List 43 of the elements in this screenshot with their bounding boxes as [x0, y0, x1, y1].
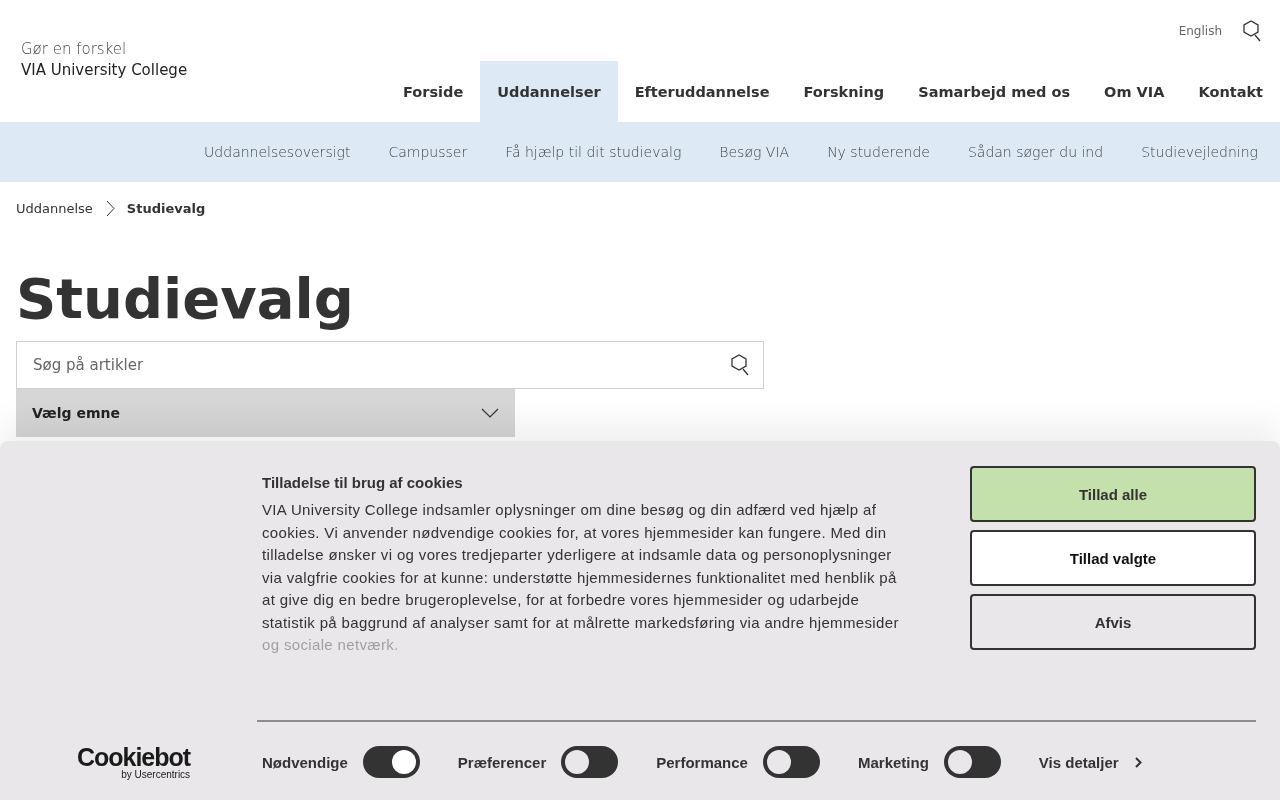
- search-icon[interactable]: [1242, 19, 1262, 42]
- nav-tab[interactable]: Forskning: [786, 61, 902, 122]
- page-title: Studievalg: [15, 265, 355, 333]
- toggle-label: Nødvendige: [262, 753, 348, 771]
- chevron-icon: [104, 200, 115, 217]
- sub-nav-link[interactable]: Uddannelsesoversigt: [204, 144, 351, 160]
- toggle-switch[interactable]: [943, 746, 1001, 778]
- banner-title: Tilladelse til brug af cookies: [262, 474, 464, 491]
- toggle-label: Marketing: [857, 753, 929, 771]
- sub-nav-link[interactable]: Sådan søger du ind: [967, 144, 1104, 160]
- toggle-switch[interactable]: [362, 746, 420, 778]
- banner-text: VIA University College indsamler oplysninger om dine besøg og din adfærd ved hjælp af cookies. Vi anvender nødvendige cookies for, at vores hjemmesider kan fungere. Med din tilladelse ønsker vi og vores tredjeparter yderligere at indsamle data og personoplysninger via valgfrie cookies for at kunne: understøtte hjemmesidernes funktionalitet med henblik på at give dig en bedre brugeroplevelse, for at forbedre vores hjemmesider og udarbejde statistik på baggrund af analyser samt for at målrette markedsføring via andre hjemmesider og sociale netværk.: [262, 500, 900, 655]
- site-name[interactable]: VIA University College: [21, 60, 188, 81]
- chevron-down-icon: [481, 408, 499, 418]
- consent-button[interactable]: Tillad valgte: [970, 530, 1256, 586]
- toggle-label: Performance: [656, 753, 748, 771]
- search-field[interactable]: Søg på artikler: [16, 341, 764, 389]
- search-icon[interactable]: [730, 354, 750, 376]
- toggle-label: Præferencer: [457, 753, 547, 771]
- tagline: Gør en forskel: [21, 39, 128, 60]
- breadcrumb-link[interactable]: Studievalg: [126, 201, 206, 216]
- sub-nav-link[interactable]: Ny studerende: [827, 144, 930, 160]
- nav-tab[interactable]: Forside: [386, 61, 481, 122]
- language-link[interactable]: English: [1178, 23, 1222, 38]
- toggle-switch[interactable]: [561, 746, 619, 778]
- nav-tab[interactable]: Uddannelser: [480, 61, 618, 122]
- chevron-icon: [1134, 756, 1142, 768]
- sub-nav-link[interactable]: Få hjælp til dit studievalg: [505, 144, 682, 160]
- details-link[interactable]: Vis detaljer: [1038, 753, 1142, 771]
- nav-tab[interactable]: Samarbejd med os: [901, 61, 1088, 122]
- nav-tab[interactable]: Om VIA: [1087, 61, 1182, 122]
- toggle-switch[interactable]: [762, 746, 820, 778]
- consent-button[interactable]: Afvis: [970, 594, 1256, 650]
- sub-nav-link[interactable]: Studievejledning: [1141, 144, 1258, 160]
- breadcrumb-link[interactable]: Uddannelse: [16, 201, 93, 216]
- logo-subtitle: by Usercentrics: [121, 770, 191, 780]
- nav-tab[interactable]: Efteruddannelse: [617, 61, 787, 122]
- topic-dropdown[interactable]: Vælg emne: [16, 389, 515, 437]
- sub-nav-link[interactable]: Campusser: [388, 144, 468, 160]
- nav-tab[interactable]: Kontakt: [1181, 61, 1280, 122]
- consent-button[interactable]: Tillad alle: [970, 466, 1256, 522]
- sub-nav-link[interactable]: Besøg VIA: [719, 144, 790, 160]
- cookiebot-logo: Cookiebot: [76, 745, 191, 770]
